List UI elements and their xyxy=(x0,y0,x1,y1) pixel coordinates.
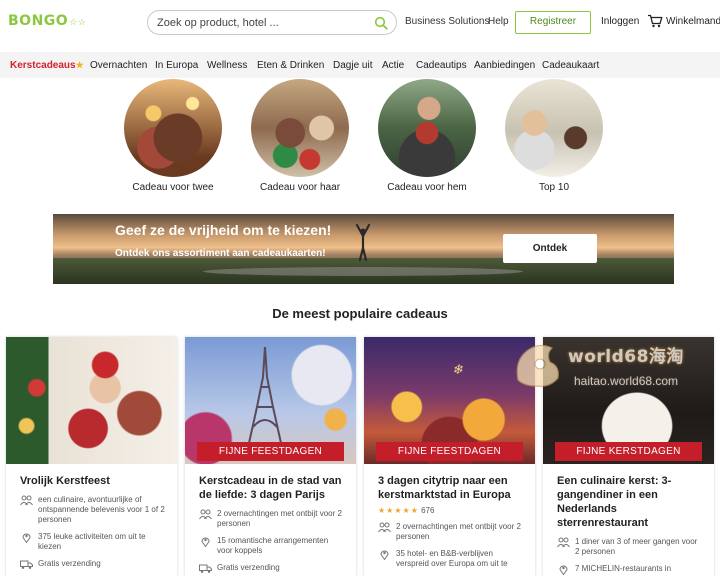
card-title: Een culinaire kerst: 3-gangendiner in ee… xyxy=(557,475,672,529)
cat-actie[interactable]: Actie xyxy=(382,60,404,71)
card-title: Kerstcadeau in de stad van de liefde: 3 … xyxy=(199,475,342,501)
login-link[interactable]: Inloggen xyxy=(601,16,639,27)
cat-cadeaukaart[interactable]: Cadeaukaart xyxy=(542,60,599,71)
circle-label: Cadeau voor twee xyxy=(132,182,214,193)
cat-dagje-uit[interactable]: Dagje uit xyxy=(333,60,372,71)
circle-cadeau-voor-hem[interactable]: Cadeau voor hem xyxy=(372,79,482,193)
circle-label: Cadeau voor haar xyxy=(259,182,341,193)
location-pin-icon xyxy=(380,550,389,560)
card-title: 3 dagen citytrip naar een kerstmarktstad… xyxy=(378,475,511,501)
man-scarf-photo xyxy=(378,79,476,177)
circle-cadeau-voor-twee[interactable]: Cadeau voor twee xyxy=(118,79,228,193)
product-card[interactable]: FIJNE FEESTDAGEN Kerstcadeau in de stad … xyxy=(185,337,356,576)
person-silhouette-icon xyxy=(356,223,370,262)
star-icon: ★ xyxy=(75,60,84,70)
location-pin-icon xyxy=(201,537,210,547)
card-feature: 35 hotel- en B&B-verblijven verspreid ov… xyxy=(378,549,523,569)
watermark-text: world68海淘 xyxy=(568,347,684,367)
watermark: world68海淘 haitao.world68.com xyxy=(510,340,720,396)
cat-cadeautips[interactable]: Cadeautips xyxy=(416,60,467,71)
woman-gift-photo xyxy=(251,79,349,177)
people-icon xyxy=(378,522,391,533)
circle-label: Top 10 xyxy=(538,182,570,193)
location-pin-icon xyxy=(559,565,568,575)
ontdek-button[interactable]: Ontdek xyxy=(503,234,597,263)
banner-subtitle: Ontdek ons assortiment aan cadeaukaarten… xyxy=(115,248,326,259)
gift-card-banner[interactable]: Geef ze de vrijheid om te kiezen! Ontdek… xyxy=(53,214,674,284)
christmas-gift-photo xyxy=(6,337,177,464)
couple-photo xyxy=(124,79,222,177)
delivery-truck-icon xyxy=(20,560,33,569)
card-feature: 15 romantische arrangementen voor koppel… xyxy=(199,536,344,556)
card-rating: ★★★★★ 676 xyxy=(378,506,523,515)
rating-stars-icon: ★★★★★ xyxy=(378,506,419,515)
shopping-cart-icon[interactable] xyxy=(647,14,663,28)
section-title: De meest populaire cadeaus xyxy=(272,306,448,321)
logo-stars-icon: ☆☆ xyxy=(69,18,87,28)
cat-aanbiedingen[interactable]: Aanbiedingen xyxy=(474,60,535,71)
cat-wellness[interactable]: Wellness xyxy=(207,60,247,71)
help-link[interactable]: Help xyxy=(488,16,509,27)
card-feature: Gratis verzending xyxy=(199,563,344,573)
card-title: Vrolijk Kerstfeest xyxy=(20,475,110,487)
product-card[interactable]: Vrolijk Kerstfeest een culinaire, avontu… xyxy=(6,337,177,576)
people-icon xyxy=(20,495,33,506)
card-ribbon: FIJNE FEESTDAGEN xyxy=(197,442,344,461)
search-icon[interactable] xyxy=(374,16,388,30)
cat-kerstcadeaus[interactable]: Kerstcadeaus★ xyxy=(10,60,84,71)
paris-eiffel-photo: FIJNE FEESTDAGEN xyxy=(185,337,356,464)
cat-eten-drinken[interactable]: Eten & Drinken xyxy=(257,60,324,71)
business-solutions-link[interactable]: Business Solutions xyxy=(405,16,490,27)
card-feature: Gratis verzending xyxy=(20,559,165,569)
card-feature: 2 overnachtingen met ontbijt voor 2 pers… xyxy=(199,509,344,529)
circle-label: Cadeau voor hem xyxy=(387,182,467,193)
search-input[interactable] xyxy=(157,15,367,31)
circle-top-10[interactable]: Top 10 xyxy=(499,79,609,193)
bongo-logo[interactable]: BONGO☆☆ xyxy=(8,13,86,29)
cat-overnachten[interactable]: Overnachten xyxy=(90,60,147,71)
site-header: BONGO☆☆ Business Solutions Help Registre… xyxy=(0,0,720,46)
card-feature: 7 MICHELIN-restaurants in xyxy=(557,564,702,575)
family-photo xyxy=(505,79,603,177)
register-button[interactable]: Registreer xyxy=(515,11,591,34)
search-bar xyxy=(147,10,397,35)
card-feature: 2 overnachtingen met ontbijt voor 2 pers… xyxy=(378,522,523,542)
people-icon xyxy=(557,537,570,548)
watermark-url: haitao.world68.com xyxy=(574,374,679,388)
circle-cadeau-voor-haar[interactable]: Cadeau voor haar xyxy=(245,79,355,193)
delivery-truck-icon xyxy=(199,564,212,573)
card-feature: 1 diner van 3 of meer gangen voor 2 pers… xyxy=(557,537,702,557)
market-sign: ❄ xyxy=(451,362,464,379)
card-ribbon: FIJNE KERSTDAGEN xyxy=(555,442,702,461)
banner-water xyxy=(203,267,523,276)
eiffel-tower-icon xyxy=(248,347,282,443)
people-icon xyxy=(199,509,212,520)
card-feature: een culinaire, avontuurlijke of ontspann… xyxy=(20,495,165,525)
cart-link[interactable]: Winkelmandje xyxy=(666,16,720,27)
watermark-logo-icon xyxy=(516,344,559,387)
banner-title: Geef ze de vrijheid om te kiezen! xyxy=(115,222,332,238)
card-ribbon: FIJNE FEESTDAGEN xyxy=(376,442,523,461)
rating-count: 676 xyxy=(421,506,435,515)
category-nav: Kerstcadeaus★ Overnachten In Europa Well… xyxy=(0,52,720,78)
location-pin-icon xyxy=(22,533,31,543)
cat-in-europa[interactable]: In Europa xyxy=(155,60,198,71)
card-feature: 375 leuke activiteiten om uit te kiezen xyxy=(20,532,165,552)
